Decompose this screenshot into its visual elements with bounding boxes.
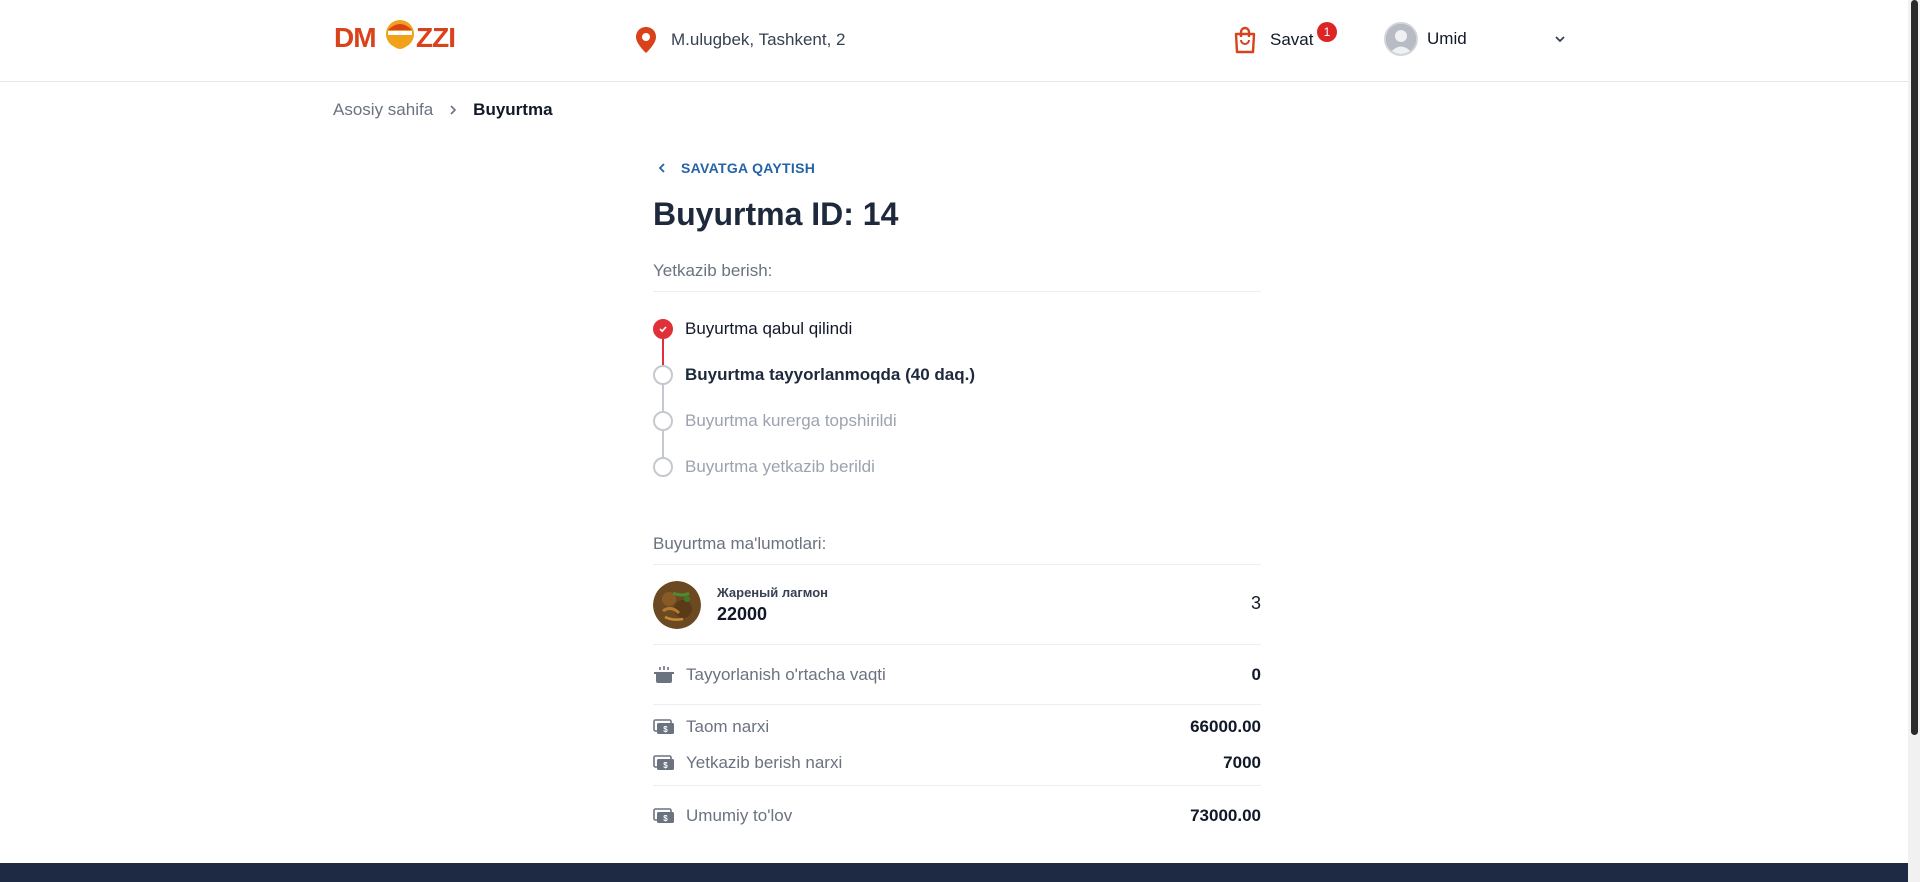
- status-step-label: Buyurtma yetkazib berildi: [685, 457, 875, 476]
- item-name: Жареный лагмон: [717, 584, 829, 600]
- status-dot-icon: [653, 365, 673, 385]
- breadcrumb-current: Buyurtma: [473, 100, 553, 119]
- svg-text:$: $: [663, 725, 668, 734]
- order-info-section-title: Buyurtma ma'lumotlari:: [653, 534, 1261, 565]
- money-icon: $: [653, 755, 674, 770]
- scrollbar-thumb[interactable]: [1911, 0, 1918, 735]
- order-details: SAVATGA QAYTISH Buyurtma ID: 14 Yetkazib…: [653, 160, 1261, 845]
- svg-text:$: $: [663, 761, 668, 770]
- svg-text:DM: DM: [334, 22, 376, 53]
- user-silhouette-icon: [1386, 24, 1416, 54]
- status-step-label: Buyurtma qabul qilindi: [685, 319, 853, 338]
- status-step: Buyurtma qabul qilindi: [653, 306, 1261, 352]
- status-step-label: Buyurtma kurerga topshirildi: [685, 411, 897, 430]
- user-name: Umid: [1427, 29, 1467, 48]
- breadcrumb-home-link[interactable]: Asosiy sahifa: [333, 100, 433, 120]
- delivery-price-value: 7000: [1223, 753, 1261, 772]
- avatar: [1384, 22, 1418, 56]
- status-step: Buyurtma tayyorlanmoqda (40 daq.): [653, 352, 1261, 398]
- chevron-left-icon: [658, 163, 665, 173]
- site-footer: [0, 863, 1908, 882]
- dmazzi-logo[interactable]: DM ZZI: [334, 16, 474, 62]
- item-price: 22000: [717, 603, 768, 624]
- order-status-steps: Buyurtma qabul qilindi Buyurtma tayyorla…: [653, 306, 1261, 490]
- location-address: M.ulugbek, Tashkent, 2: [671, 30, 846, 49]
- food-price-label: Taom narxi: [686, 717, 770, 736]
- breadcrumb: Asosiy sahifa Buyurtma: [333, 100, 553, 120]
- total-row: $ Umumiy to'lov 73000.00: [653, 785, 1261, 845]
- page-scrollbar[interactable]: [1908, 0, 1920, 882]
- money-icon: $: [653, 807, 674, 823]
- site-header: DM ZZI M.ulugbek, Tashkent, 2 Savat 1 Um…: [0, 0, 1908, 82]
- chevron-right-icon: [450, 105, 457, 115]
- svg-text:ZZI: ZZI: [416, 22, 455, 53]
- cooking-pot-icon: [654, 665, 674, 683]
- check-icon: [653, 319, 673, 339]
- status-step-label: Buyurtma tayyorlanmoqda (40 daq.): [685, 365, 976, 384]
- status-step: Buyurtma yetkazib berildi: [653, 444, 1261, 490]
- money-icon: $: [653, 719, 674, 734]
- status-dot-icon: [653, 411, 673, 431]
- cart-label: Savat: [1270, 30, 1314, 49]
- status-step: Buyurtma kurerga topshirildi: [653, 398, 1261, 444]
- item-meta: Жареный лагмон 22000: [717, 585, 828, 625]
- map-pin-icon: [636, 27, 656, 53]
- cart-count-badge: 1: [1317, 22, 1337, 42]
- cart-button[interactable]: Savat 1: [1232, 22, 1337, 54]
- avg-time-row: Tayyorlanish o'rtacha vaqti 0: [653, 645, 1261, 705]
- dish-image: [653, 580, 701, 629]
- delivery-location[interactable]: M.ulugbek, Tashkent, 2: [634, 26, 846, 54]
- food-price-row: $ Taom narxi 66000.00: [653, 705, 1261, 749]
- shopping-bag-icon: [1234, 26, 1256, 54]
- avg-time-value: 0: [1251, 664, 1261, 684]
- user-menu[interactable]: Umid: [1384, 22, 1566, 56]
- chevron-down-icon[interactable]: [1554, 33, 1566, 45]
- back-to-cart-link[interactable]: SAVATGA QAYTISH: [657, 160, 1261, 176]
- list-item: Жареный лагмон 22000 3: [653, 565, 1261, 645]
- delivery-price-label: Yetkazib berish narxi: [686, 753, 843, 772]
- status-dot-icon: [653, 457, 673, 477]
- back-to-cart-label: SAVATGA QAYTISH: [681, 160, 816, 176]
- total-value: 73000.00: [1190, 805, 1261, 825]
- total-label: Umumiy to'lov: [686, 805, 793, 825]
- item-quantity: 3: [1250, 593, 1261, 613]
- delivery-price-row: $ Yetkazib berish narxi 7000: [653, 749, 1261, 777]
- avg-time-label: Tayyorlanish o'rtacha vaqti: [686, 664, 886, 684]
- svg-text:$: $: [663, 814, 668, 823]
- delivery-section-title: Yetkazib berish:: [653, 261, 1261, 292]
- page-title: Buyurtma ID: 14: [653, 196, 899, 232]
- food-price-value: 66000.00: [1190, 717, 1261, 736]
